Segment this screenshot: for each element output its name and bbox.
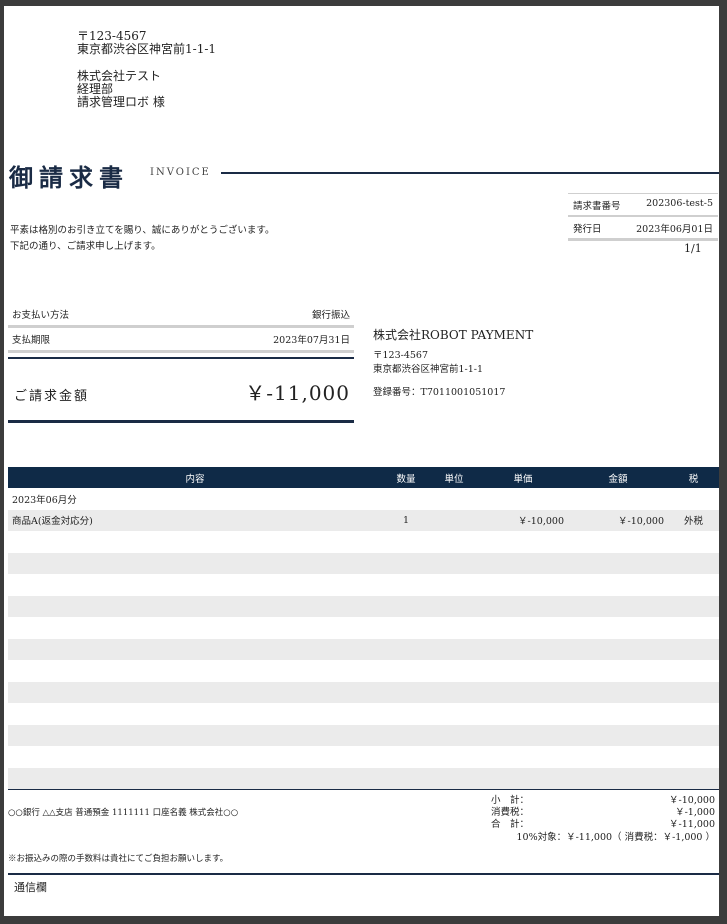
cell-qty [382, 488, 430, 510]
issuer-address-block: 〒123-4567 東京都渋谷区神宮前1-1-1 [373, 349, 483, 377]
cell-tax [668, 488, 719, 510]
tax-value: ￥-1,000 [675, 807, 715, 818]
subtotal-value: ￥-10,000 [669, 795, 715, 806]
due-date-row: 支払期限 2023年07月31日 [8, 328, 354, 353]
header-content: 内容 [8, 467, 382, 488]
empty-row [8, 724, 719, 746]
cell-tax: 外税 [668, 509, 719, 531]
greeting-line-1: 平素は格別のお引き立てを賜り、誠にありがとうございます。 [10, 225, 275, 236]
cell-amount [568, 488, 668, 510]
header-unit: 単位 [430, 467, 478, 488]
payment-info: お支払い方法 銀行振込 支払期限 2023年07月31日 [8, 303, 354, 353]
cell-price [478, 488, 568, 510]
issuer-zip: 〒123-4567 [373, 350, 429, 361]
recipient-block: 〒123-4567 東京都渋谷区神宮前1-1-1 株式会社テスト 経理部 請求管… [77, 30, 216, 109]
cell-content: 商品A(返金対応分) [8, 509, 382, 531]
cell-unit [430, 509, 478, 531]
invoice-number-label: 請求書番号 [573, 201, 621, 212]
issuer-company: 株式会社ROBOT PAYMENT [373, 328, 534, 342]
cell-price: ￥-10,000 [478, 509, 568, 531]
total-value: ￥-11,000 [669, 819, 715, 830]
invoice-page: 〒123-4567 東京都渋谷区神宮前1-1-1 株式会社テスト 経理部 請求管… [4, 6, 719, 916]
issue-date-row: 発行日 2023年06月01日 [568, 217, 718, 241]
tax-breakdown: 10%対象：￥-11,000（ 消費税：￥-1,000 ） [516, 832, 715, 843]
due-date: 2023年07月31日 [273, 335, 350, 346]
empty-row [8, 660, 719, 682]
communication-label: 通信欄 [14, 881, 47, 894]
empty-row [8, 552, 719, 574]
recipient-person: 請求管理ロボ 様 [77, 95, 165, 109]
empty-row [8, 703, 719, 725]
title-divider [221, 172, 719, 174]
issue-date: 2023年06月01日 [636, 224, 713, 235]
invoice-subtitle: INVOICE [150, 167, 211, 178]
items-table: 内容 数量 単位 単価 金額 税 2023年06月分 商品A(返金対応分) 1 … [8, 467, 719, 790]
invoice-number: 202306-test-5 [646, 198, 713, 209]
greeting: 平素は格別のお引き立てを賜り、誠にありがとうございます。 下記の通り、ご請求申し… [10, 223, 274, 255]
table-row: 2023年06月分 [8, 488, 719, 510]
total-label: 合 計： [491, 819, 530, 830]
total-row: 合 計： ￥-11,000 [491, 819, 715, 831]
header-tax: 税 [668, 467, 719, 488]
subtotal-label: 小 計： [491, 795, 530, 806]
payment-method-label: お支払い方法 [12, 310, 70, 321]
issuer-registration: 登録番号：T7011001051017 [373, 387, 506, 398]
header-amount: 金額 [568, 467, 668, 488]
billing-total-box: ご請求金額 ￥-11,000 [8, 357, 354, 423]
issuer-address: 東京都渋谷区神宮前1-1-1 [373, 364, 484, 375]
empty-row [8, 746, 719, 768]
recipient-address: 東京都渋谷区神宮前1-1-1 [77, 42, 217, 56]
invoice-number-row: 請求書番号 202306-test-5 [568, 193, 718, 217]
billing-total-label: ご請求金額 [14, 389, 90, 404]
header-qty: 数量 [382, 467, 430, 488]
bank-account: ○○銀行 △△支店 普通預金 1111111 口座名義 株式会社○○ [8, 808, 239, 818]
empty-row [8, 595, 719, 617]
tax-label: 消費税： [491, 807, 530, 818]
issue-date-label: 発行日 [573, 224, 602, 235]
payment-method-row: お支払い方法 銀行振込 [8, 303, 354, 328]
empty-row [8, 617, 719, 639]
empty-row [8, 681, 719, 703]
empty-row [8, 574, 719, 596]
payment-method: 銀行振込 [311, 310, 350, 321]
cell-unit [430, 488, 478, 510]
subtotal-row: 小 計： ￥-10,000 [491, 795, 715, 807]
due-date-label: 支払期限 [12, 335, 51, 346]
cell-content: 2023年06月分 [8, 488, 382, 510]
header-price: 単価 [478, 467, 568, 488]
billing-total-amount: ￥-11,000 [245, 381, 350, 405]
empty-row [8, 531, 719, 553]
communication-section: 通信欄 [8, 873, 719, 918]
empty-row [8, 767, 719, 789]
page-number: 1/1 [684, 242, 702, 255]
invoice-meta: 請求書番号 202306-test-5 発行日 2023年06月01日 [568, 193, 718, 241]
greeting-line-2: 下記の通り、ご請求申し上げます。 [10, 241, 161, 252]
transfer-fee-note: ※お振込みの際の手数料は貴社にてご負担お願いします。 [8, 854, 229, 864]
table-row: 商品A(返金対応分) 1 ￥-10,000 ￥-10,000 外税 [8, 509, 719, 531]
invoice-title: 御請求書 [9, 163, 129, 192]
summary-block: 小 計： ￥-10,000 消費税： ￥-1,000 合 計： ￥-11,000… [491, 795, 715, 845]
cell-qty: 1 [382, 509, 430, 531]
tax-row: 消費税： ￥-1,000 [491, 807, 715, 819]
table-header-row: 内容 数量 単位 単価 金額 税 [8, 467, 719, 488]
empty-row [8, 638, 719, 660]
cell-amount: ￥-10,000 [568, 509, 668, 531]
